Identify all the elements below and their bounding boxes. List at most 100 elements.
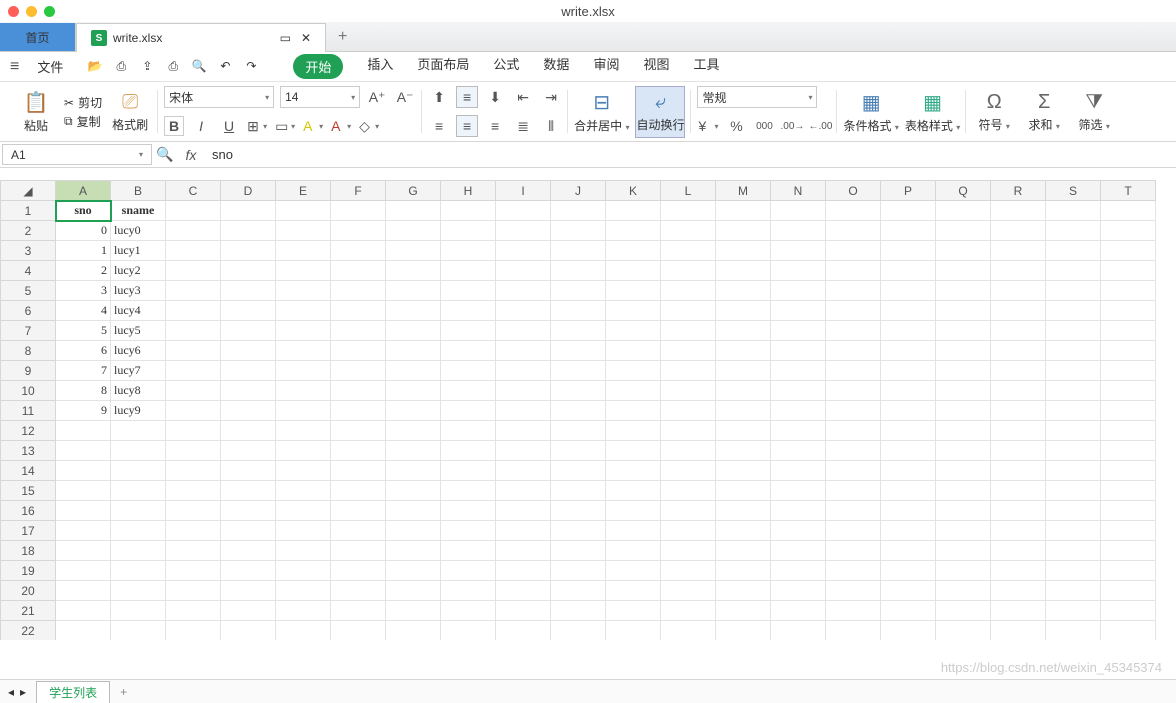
cell-M21[interactable] — [716, 601, 771, 621]
cell-O7[interactable] — [826, 321, 881, 341]
ribbon-tab-start[interactable]: 开始 — [293, 54, 343, 79]
cell-I9[interactable] — [496, 361, 551, 381]
ribbon-tab-layout[interactable]: 页面布局 — [417, 54, 469, 79]
cell-A18[interactable] — [56, 541, 111, 561]
cell-P12[interactable] — [881, 421, 936, 441]
cell-L12[interactable] — [661, 421, 716, 441]
cell-R3[interactable] — [991, 241, 1046, 261]
col-header-G[interactable]: G — [386, 181, 441, 201]
cell-R14[interactable] — [991, 461, 1046, 481]
cell-C6[interactable] — [166, 301, 221, 321]
cell-C5[interactable] — [166, 281, 221, 301]
save-icon[interactable]: ⎙ — [113, 59, 129, 74]
cell-J14[interactable] — [551, 461, 606, 481]
cell-N21[interactable] — [771, 601, 826, 621]
cell-O18[interactable] — [826, 541, 881, 561]
cell-A15[interactable] — [56, 481, 111, 501]
align-middle-icon[interactable]: ≡ — [456, 86, 478, 108]
cell-G7[interactable] — [386, 321, 441, 341]
cell-G14[interactable] — [386, 461, 441, 481]
cell-S2[interactable] — [1046, 221, 1101, 241]
cell-I21[interactable] — [496, 601, 551, 621]
cell-F1[interactable] — [331, 201, 386, 221]
cell-E1[interactable] — [276, 201, 331, 221]
cell-H8[interactable] — [441, 341, 496, 361]
cell-P13[interactable] — [881, 441, 936, 461]
cell-D5[interactable] — [221, 281, 276, 301]
close-window-icon[interactable] — [8, 6, 19, 17]
cell-Q7[interactable] — [936, 321, 991, 341]
cell-I11[interactable] — [496, 401, 551, 421]
cell-C14[interactable] — [166, 461, 221, 481]
cell-J19[interactable] — [551, 561, 606, 581]
row-header-18[interactable]: 18 — [1, 541, 56, 561]
cell-C15[interactable] — [166, 481, 221, 501]
cell-A14[interactable] — [56, 461, 111, 481]
cell-F18[interactable] — [331, 541, 386, 561]
cell-H18[interactable] — [441, 541, 496, 561]
cell-D7[interactable] — [221, 321, 276, 341]
cell-G15[interactable] — [386, 481, 441, 501]
cell-Q20[interactable] — [936, 581, 991, 601]
col-header-L[interactable]: L — [661, 181, 716, 201]
cell-H22[interactable] — [441, 621, 496, 641]
col-header-N[interactable]: N — [771, 181, 826, 201]
cell-B7[interactable]: lucy5 — [111, 321, 166, 341]
cell-K4[interactable] — [606, 261, 661, 281]
cell-D16[interactable] — [221, 501, 276, 521]
col-header-O[interactable]: O — [826, 181, 881, 201]
fx-icon[interactable]: fx — [176, 147, 206, 163]
cell-N4[interactable] — [771, 261, 826, 281]
cell-P20[interactable] — [881, 581, 936, 601]
cell-G9[interactable] — [386, 361, 441, 381]
cell-G3[interactable] — [386, 241, 441, 261]
cell-E17[interactable] — [276, 521, 331, 541]
cell-B16[interactable] — [111, 501, 166, 521]
cell-R16[interactable] — [991, 501, 1046, 521]
cell-J10[interactable] — [551, 381, 606, 401]
tab-split-icon[interactable]: ▭ — [280, 31, 291, 45]
sheet-tab[interactable]: 学生列表 — [36, 681, 110, 703]
cell-E11[interactable] — [276, 401, 331, 421]
cell-O9[interactable] — [826, 361, 881, 381]
cell-G18[interactable] — [386, 541, 441, 561]
cell-H5[interactable] — [441, 281, 496, 301]
cell-N11[interactable] — [771, 401, 826, 421]
cell-M20[interactable] — [716, 581, 771, 601]
cell-M13[interactable] — [716, 441, 771, 461]
cell-I6[interactable] — [496, 301, 551, 321]
cell-T2[interactable] — [1101, 221, 1156, 241]
cell-B19[interactable] — [111, 561, 166, 581]
cell-Q5[interactable] — [936, 281, 991, 301]
font-size-select[interactable]: 14▾ — [280, 86, 360, 108]
bold-button[interactable]: B — [164, 116, 184, 136]
cell-R6[interactable] — [991, 301, 1046, 321]
paste-button[interactable]: 📋 粘贴 — [14, 86, 58, 138]
cell-Q12[interactable] — [936, 421, 991, 441]
cell-E2[interactable] — [276, 221, 331, 241]
cell-F15[interactable] — [331, 481, 386, 501]
cell-I17[interactable] — [496, 521, 551, 541]
cell-C16[interactable] — [166, 501, 221, 521]
col-header-I[interactable]: I — [496, 181, 551, 201]
cell-N5[interactable] — [771, 281, 826, 301]
cell-D18[interactable] — [221, 541, 276, 561]
cell-T5[interactable] — [1101, 281, 1156, 301]
cell-E3[interactable] — [276, 241, 331, 261]
cell-M1[interactable] — [716, 201, 771, 221]
cell-A21[interactable] — [56, 601, 111, 621]
cell-L5[interactable] — [661, 281, 716, 301]
cell-G20[interactable] — [386, 581, 441, 601]
cell-O11[interactable] — [826, 401, 881, 421]
cell-L3[interactable] — [661, 241, 716, 261]
cell-D12[interactable] — [221, 421, 276, 441]
cell-I13[interactable] — [496, 441, 551, 461]
cell-F9[interactable] — [331, 361, 386, 381]
copy-button[interactable]: ⧉复制 — [64, 113, 102, 130]
cell-R1[interactable] — [991, 201, 1046, 221]
indent-decrease-icon[interactable]: ⇤ — [512, 86, 534, 108]
cell-I1[interactable] — [496, 201, 551, 221]
cell-C2[interactable] — [166, 221, 221, 241]
cell-S16[interactable] — [1046, 501, 1101, 521]
ribbon-tab-review[interactable]: 审阅 — [593, 54, 619, 79]
